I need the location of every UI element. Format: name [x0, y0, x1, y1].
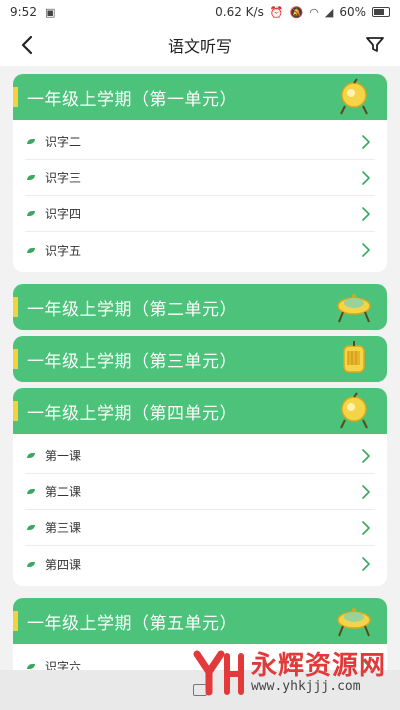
lesson-label: 识字二 [45, 135, 82, 149]
back-button[interactable] [14, 32, 40, 58]
lesson-label: 第二课 [45, 485, 82, 499]
filter-button[interactable] [362, 32, 388, 58]
watermark-title: 永辉资源网 [250, 650, 386, 681]
leaf-icon [27, 139, 35, 144]
chevron-right-icon [362, 449, 370, 463]
unit-card: 一年级上学期（第一单元） 识字二识字三识字四识字五 [13, 74, 387, 272]
mascot-icon [343, 341, 365, 373]
leaf-icon [27, 247, 35, 253]
unit-header[interactable]: 一年级上学期（第三单元） [13, 336, 387, 382]
mascot-icon [340, 78, 368, 115]
mute-icon: 🔕 [289, 5, 304, 19]
unit-card: 一年级上学期（第四单元） 第一课第二课第三课第四课 [13, 388, 387, 586]
unit-title: 一年级上学期（第二单元） [27, 299, 237, 320]
alarm-icon: ⏰ [269, 5, 284, 19]
leaf-icon [27, 525, 35, 530]
lesson-label: 第一课 [45, 449, 82, 463]
unit-card: 一年级上学期（第三单元） [13, 336, 387, 382]
mascot-icon [337, 608, 371, 637]
leaf-icon [27, 175, 35, 180]
nav-header: 语文听写 [0, 24, 400, 66]
lesson-item[interactable]: 识字三 [25, 160, 375, 196]
leaf-icon [27, 663, 35, 669]
watermark-logo-icon [193, 650, 244, 696]
leaf-icon [27, 489, 35, 494]
battery-icon [372, 7, 390, 17]
unit-title: 一年级上学期（第三单元） [27, 351, 237, 372]
chevron-right-icon [362, 243, 370, 257]
chevron-right-icon [362, 557, 370, 571]
unit-header[interactable]: 一年级上学期（第四单元） [13, 388, 387, 434]
unit-title: 一年级上学期（第四单元） [27, 403, 237, 424]
unit-header[interactable]: 一年级上学期（第五单元） [13, 598, 387, 644]
unit-title: 一年级上学期（第一单元） [27, 89, 237, 110]
chevron-right-icon [362, 485, 370, 499]
lesson-list: 第一课第二课第三课第四课 [13, 434, 387, 586]
unit-title: 一年级上学期（第五单元） [27, 613, 237, 634]
lesson-label: 识字六 [45, 659, 82, 671]
chevron-right-icon [362, 207, 370, 221]
unit-card: 一年级上学期（第二单元） [13, 284, 387, 330]
chevron-right-icon [362, 171, 370, 185]
network-speed: 0.62 K/s [215, 5, 264, 19]
lesson-item[interactable]: 第一课 [25, 438, 375, 474]
watermark: 永辉资源网 www.yhkjjj.com [193, 650, 386, 696]
lesson-item[interactable]: 识字四 [25, 196, 375, 232]
lesson-label: 识字五 [45, 243, 82, 258]
lesson-label: 第四课 [45, 557, 82, 572]
mascot-icon [337, 294, 371, 323]
mascot-icon [340, 392, 368, 429]
lesson-item[interactable]: 第三课 [25, 510, 375, 546]
leaf-icon [27, 211, 35, 216]
battery-percent: 60% [339, 5, 366, 19]
sim-icon: ▣ [44, 5, 56, 19]
wifi-icon: ◠ [309, 5, 319, 19]
chevron-right-icon [362, 521, 370, 535]
status-time: 9:52 [10, 5, 37, 19]
lesson-item[interactable]: 识字二 [25, 124, 375, 160]
lesson-item[interactable]: 第二课 [25, 474, 375, 510]
chevron-right-icon [362, 135, 370, 149]
status-bar: 9:52 ▣ 0.62 K/s ⏰ 🔕 ◠ ◢ 60% [0, 0, 400, 24]
unit-list: 一年级上学期（第一单元） 识字二识字三识字四识字五一年级上学期（第二单元） 一年级上… [0, 66, 400, 670]
page-title: 语文听写 [167, 37, 232, 56]
unit-header[interactable]: 一年级上学期（第二单元） [13, 284, 387, 330]
lesson-list: 识字二识字三识字四识字五 [13, 120, 387, 272]
unit-header[interactable]: 一年级上学期（第一单元） [13, 74, 387, 120]
lesson-item[interactable]: 第四课 [25, 546, 375, 582]
leaf-icon [27, 561, 35, 567]
lesson-label: 识字四 [45, 207, 82, 221]
lesson-label: 第三课 [45, 521, 82, 535]
watermark-url: www.yhkjjj.com [250, 679, 361, 695]
signal-icon: ◢ [324, 5, 334, 19]
lesson-item[interactable]: 识字五 [25, 232, 375, 268]
leaf-icon [27, 453, 35, 458]
chevron-left-icon [21, 35, 33, 55]
lesson-label: 识字三 [45, 171, 82, 185]
filter-icon [366, 37, 384, 52]
